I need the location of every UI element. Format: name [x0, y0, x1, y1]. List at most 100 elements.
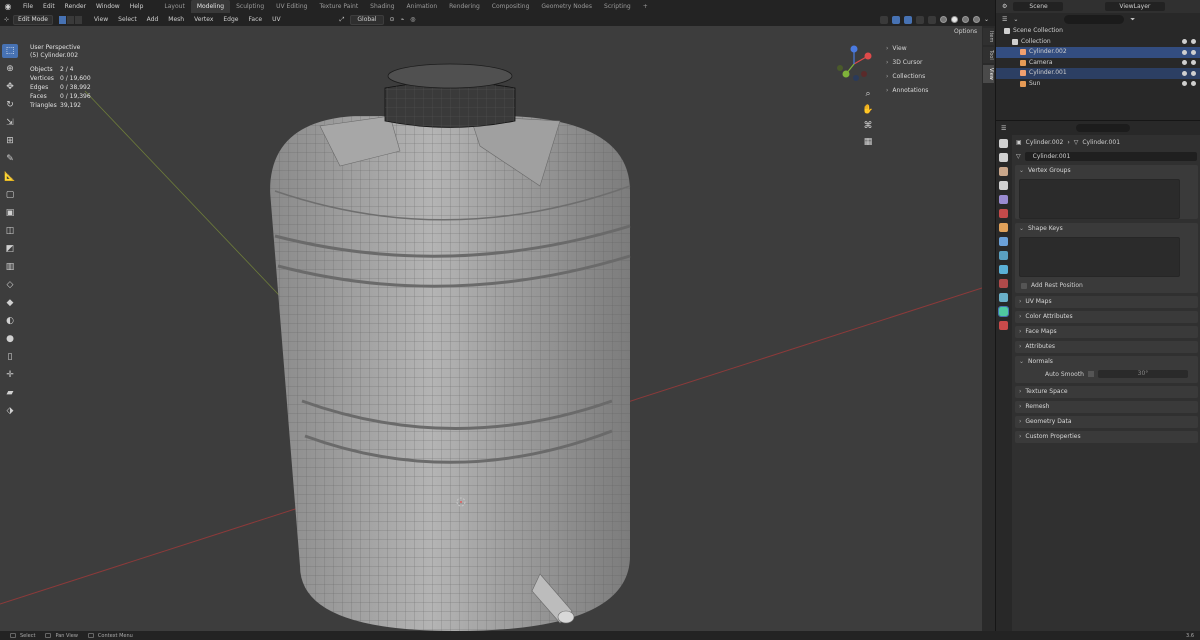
viewport-menu-select[interactable]: Select [113, 13, 142, 26]
viewport-menu-uv[interactable]: UV [267, 13, 286, 26]
workspace-tab-add[interactable]: + [637, 0, 654, 13]
viewport-menu-add[interactable]: Add [142, 13, 164, 26]
rip-tool-icon[interactable]: ⬗ [2, 404, 18, 418]
properties-tab-icon[interactable] [999, 321, 1008, 330]
datablock-name-field[interactable]: Cylinder.001 [1024, 151, 1197, 161]
panel-header[interactable]: Vertex Groups [1015, 165, 1198, 177]
properties-tab-icon[interactable] [999, 293, 1008, 302]
bevel-tool-icon[interactable]: ◩ [2, 242, 18, 256]
panel-header[interactable]: Normals [1015, 356, 1198, 368]
camera-render-icon[interactable] [1191, 39, 1196, 45]
mode-dropdown[interactable]: Edit Mode [13, 14, 53, 25]
panel-header[interactable]: Custom Properties [1015, 431, 1198, 443]
properties-tab-icon[interactable] [999, 181, 1008, 190]
camera-render-icon[interactable] [1191, 60, 1196, 66]
pivot-icon[interactable]: ⊙ [390, 16, 395, 23]
measure-tool-icon[interactable]: 📐 [2, 170, 18, 184]
list-box[interactable] [1019, 237, 1180, 277]
properties-tab-icon[interactable] [999, 209, 1008, 218]
properties-tab-icon[interactable] [999, 167, 1008, 176]
editor-type-icon[interactable]: ⊹ [4, 16, 9, 23]
workspace-tab-uv-editing[interactable]: UV Editing [270, 0, 313, 13]
properties-tab-icon[interactable] [999, 237, 1008, 246]
panel-header[interactable]: Color Attributes [1015, 311, 1198, 323]
camera-view-icon[interactable]: ⌘ [862, 120, 874, 132]
shrink-tool-icon[interactable]: ✛ [2, 368, 18, 382]
viewport-menu-edge[interactable]: Edge [218, 13, 243, 26]
rotate-tool-icon[interactable]: ↻ [2, 98, 18, 112]
properties-tab-icon[interactable] [999, 139, 1008, 148]
orientation-dropdown[interactable]: Global [350, 14, 384, 25]
workspace-tab-rendering[interactable]: Rendering [443, 0, 486, 13]
gizmo-toggle-icon[interactable] [891, 15, 900, 24]
knife-tool-icon[interactable]: ◇ [2, 278, 18, 292]
proportional-icon[interactable]: ◎ [410, 16, 415, 23]
annotate-tool-icon[interactable]: ✎ [2, 152, 18, 166]
checkbox-box[interactable] [1021, 282, 1027, 289]
face-select-icon[interactable] [74, 15, 82, 24]
workspace-tab-geometry-nodes[interactable]: Geometry Nodes [535, 0, 598, 13]
panel-header[interactable]: Face Maps [1015, 326, 1198, 338]
viewport-menu-mesh[interactable]: Mesh [163, 13, 189, 26]
transform-tool-icon[interactable]: ⊞ [2, 134, 18, 148]
workspace-tab-scripting[interactable]: Scripting [598, 0, 637, 13]
scene-selector[interactable]: Scene [1013, 2, 1064, 11]
properties-tab-icon[interactable] [999, 223, 1008, 232]
snap-icon[interactable]: ⌁ [401, 16, 405, 23]
poly-build-tool-icon[interactable]: ◆ [2, 296, 18, 310]
shading-options-icon[interactable]: ⌄ [984, 16, 989, 23]
outliner-row[interactable]: Sun [996, 79, 1200, 90]
menu-render[interactable]: Render [60, 0, 91, 13]
properties-editor-icon[interactable]: ☰ [1001, 125, 1006, 132]
material-shading-icon[interactable] [961, 16, 969, 23]
add-cube-tool-icon[interactable]: ▢ [2, 188, 18, 202]
spin-tool-icon[interactable]: ◐ [2, 314, 18, 328]
add-rest-position-checkbox[interactable]: Add Rest Position [1015, 281, 1198, 293]
properties-tab-icon[interactable] [998, 306, 1009, 317]
sidebar-panel-view[interactable]: View [886, 42, 928, 56]
outliner-row[interactable]: Scene Collection [996, 26, 1200, 37]
sidebar-tab-tool[interactable]: Tool [983, 47, 994, 64]
blender-logo-icon[interactable]: ◉ [2, 1, 14, 13]
workspace-tab-animation[interactable]: Animation [401, 0, 444, 13]
workspace-tab-layout[interactable]: Layout [158, 0, 190, 13]
auto-smooth-angle-slider[interactable]: 30° [1098, 370, 1188, 378]
eye-icon[interactable] [1182, 81, 1187, 87]
outliner-row[interactable]: Collection [996, 37, 1200, 48]
workspace-tab-modeling[interactable]: Modeling [190, 0, 231, 13]
grid-ortho-icon[interactable]: ▦ [862, 136, 874, 148]
properties-tab-icon[interactable] [999, 279, 1008, 288]
properties-search-input[interactable] [1076, 124, 1131, 132]
edge-select-icon[interactable] [66, 15, 74, 24]
sidebar-panel-3d-cursor[interactable]: 3D Cursor [886, 56, 928, 70]
properties-tab-icon[interactable] [999, 153, 1008, 162]
zoom-icon[interactable]: ⌕ [862, 88, 874, 100]
view-layer-selector[interactable]: ViewLayer [1105, 2, 1166, 11]
wireframe-shading-icon[interactable] [939, 16, 947, 23]
sidebar-panel-collections[interactable]: Collections [886, 70, 928, 84]
options-dropdown[interactable]: Options [954, 27, 977, 37]
overlay-toggle-icon[interactable] [903, 15, 912, 24]
auto-smooth-checkbox[interactable] [1088, 371, 1094, 377]
outliner-editor-icon[interactable]: ☰ [1002, 16, 1007, 23]
properties-tab-icon[interactable] [999, 195, 1008, 204]
workspace-tab-shading[interactable]: Shading [364, 0, 400, 13]
move-tool-icon[interactable]: ✥ [2, 80, 18, 94]
workspace-tab-texture-paint[interactable]: Texture Paint [313, 0, 364, 13]
sidebar-panel-annotations[interactable]: Annotations [886, 84, 928, 98]
camera-render-icon[interactable] [1191, 70, 1196, 76]
inset-tool-icon[interactable]: ◫ [2, 224, 18, 238]
panel-header[interactable]: UV Maps [1015, 296, 1198, 308]
pan-hand-icon[interactable]: ✋ [862, 104, 874, 116]
viewport-menu-vertex[interactable]: Vertex [189, 13, 218, 26]
outliner-search-input[interactable] [1064, 15, 1125, 24]
edge-slide-tool-icon[interactable]: ▯ [2, 350, 18, 364]
workspace-tab-sculpting[interactable]: Sculpting [230, 0, 270, 13]
display-mode-icon[interactable]: ⌄ [1013, 16, 1018, 23]
3d-viewport[interactable]: User Perspective (5) Cylinder.002 Object… [0, 26, 982, 631]
rendered-shading-icon[interactable] [972, 16, 980, 23]
outliner-row[interactable]: Cylinder.002 [996, 47, 1200, 58]
workspace-tab-compositing[interactable]: Compositing [486, 0, 536, 13]
menu-help[interactable]: Help [125, 0, 149, 13]
camera-render-icon[interactable] [1191, 81, 1196, 87]
